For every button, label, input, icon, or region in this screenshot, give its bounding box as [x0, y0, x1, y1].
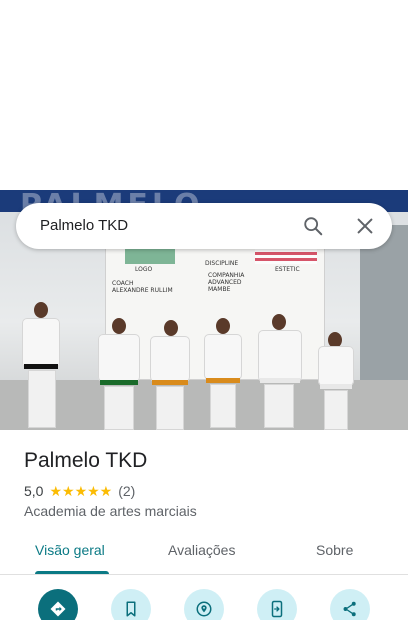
board-text-advanced: ADVANCED — [208, 279, 242, 286]
tab-overview[interactable]: Visão geral — [35, 542, 105, 558]
map-area-blank — [0, 0, 408, 190]
directions-button[interactable] — [38, 589, 78, 620]
share-button[interactable] — [330, 589, 370, 620]
nearby-icon — [196, 601, 212, 617]
board-text-estetic: ESTETIC — [275, 266, 300, 273]
search-icon[interactable] — [302, 215, 324, 237]
place-title: Palmelo TKD — [24, 449, 148, 472]
bookmark-icon — [126, 601, 136, 617]
send-to-phone-button[interactable] — [257, 589, 297, 620]
board-text-discipline: DISCIPLINE — [205, 260, 239, 267]
tab-about[interactable]: Sobre — [316, 542, 353, 558]
board-text-companhia: COMPANHIA — [208, 272, 245, 279]
nearby-button[interactable] — [184, 589, 224, 620]
save-button[interactable] — [111, 589, 151, 620]
directions-icon — [50, 601, 66, 617]
board-text-logo: LOGO — [135, 266, 153, 273]
active-tab-indicator — [35, 571, 109, 574]
review-count[interactable]: (2) — [118, 483, 135, 499]
share-icon — [343, 601, 356, 617]
board-text-mambe: MAMBE — [208, 286, 231, 293]
board-text-coach: COACH — [112, 280, 134, 287]
rating-row[interactable]: 5,0 ★★★★★ (2) — [24, 482, 135, 500]
close-icon[interactable] — [354, 215, 376, 237]
place-tabs: Visão geral Avaliações Sobre — [0, 530, 408, 575]
rating-value: 5,0 — [24, 483, 44, 499]
tab-reviews[interactable]: Avaliações — [168, 542, 235, 558]
search-bar[interactable]: Palmelo TKD — [16, 203, 392, 249]
star-rating-icon: ★★★★★ — [49, 482, 113, 499]
search-input[interactable]: Palmelo TKD — [40, 217, 128, 234]
board-text-coach-name: ALEXANDRE RULLIM — [112, 287, 173, 294]
send-to-phone-icon — [271, 600, 283, 618]
place-category[interactable]: Academia de artes marciais — [24, 503, 197, 519]
